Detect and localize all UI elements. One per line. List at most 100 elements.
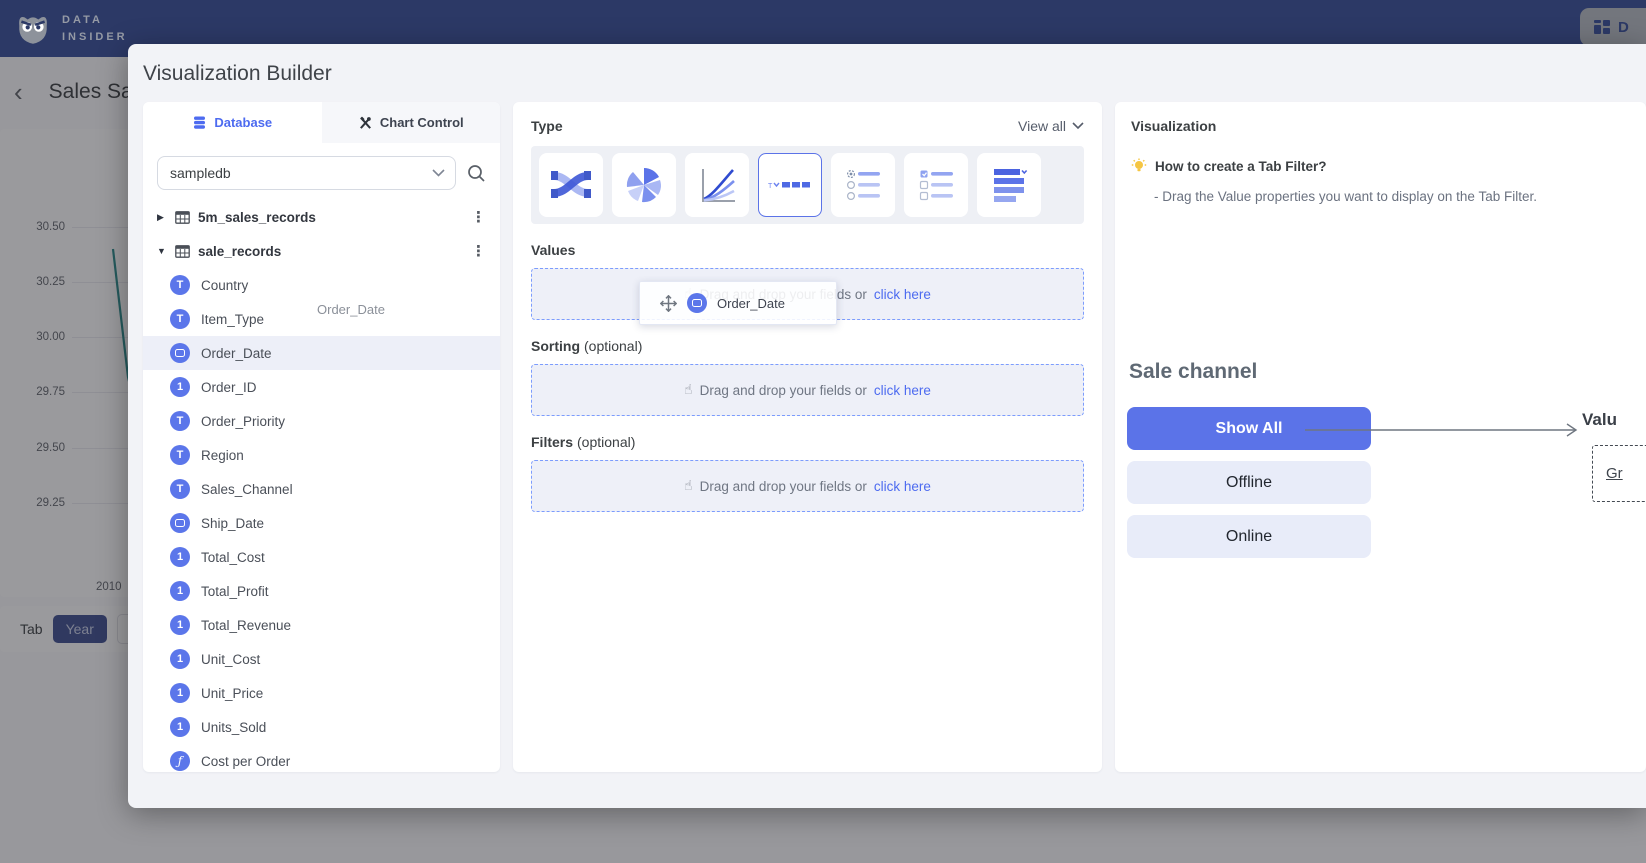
collapsed-arrow-icon[interactable]: ▶ <box>157 212 167 223</box>
field-order-date[interactable]: Order_Date <box>143 336 500 370</box>
field-region[interactable]: T Region <box>143 438 500 472</box>
field-ship-date[interactable]: Ship_Date <box>143 506 500 540</box>
modal-title: Visualization Builder <box>128 44 1646 86</box>
chart-type-checkbox-list[interactable] <box>904 153 968 217</box>
field-label: Total_Profit <box>201 584 269 599</box>
field-label: Item_Type <box>201 312 264 327</box>
text-type-icon: T <box>170 445 190 465</box>
tab-chart-control-label: Chart Control <box>380 115 464 130</box>
tree-node-label: 5m_sales_records <box>198 210 316 225</box>
move-icon <box>660 295 677 312</box>
field-label: Total_Revenue <box>201 618 291 633</box>
chart-type-radio-list[interactable] <box>831 153 895 217</box>
search-icon[interactable] <box>467 164 486 183</box>
visualization-panel: Visualization How to create a Tab Filter… <box>1115 102 1646 772</box>
chart-type-line[interactable] <box>685 153 749 217</box>
number-type-icon: 1 <box>170 683 190 703</box>
annotation-heading: Valu <box>1582 410 1617 430</box>
checkbox-list-icon <box>917 166 955 204</box>
filters-section-label: Filters(optional) <box>531 434 1084 450</box>
database-panel: Database Chart Control sampledb <box>143 102 500 772</box>
table-icon <box>175 245 190 258</box>
text-type-icon: T <box>170 411 190 431</box>
field-label: Ship_Date <box>201 516 264 531</box>
builder-panel: Type View all <box>513 102 1102 772</box>
field-label: Order_ID <box>201 380 257 395</box>
sankey-icon <box>550 165 592 205</box>
field-unit-cost[interactable]: 1 Unit_Cost <box>143 642 500 676</box>
drag-hand-icon: ☝ <box>684 478 693 494</box>
brand: DATA INSIDER <box>14 10 128 48</box>
chevron-down-icon <box>432 169 445 177</box>
kebab-menu-icon[interactable]: ⋮ <box>471 208 486 226</box>
tools-icon <box>358 115 373 130</box>
click-here-link[interactable]: click here <box>874 287 931 302</box>
visualization-builder-modal: Visualization Builder Database <box>128 44 1646 808</box>
kebab-menu-icon[interactable]: ⋮ <box>471 242 486 260</box>
chart-type-tab-filter[interactable]: T <box>758 153 822 217</box>
tree-node-sale-records[interactable]: ▼ sale_records ⋮ <box>143 234 500 268</box>
number-type-icon: 1 <box>170 377 190 397</box>
filters-dropzone[interactable]: ☝ Drag and drop your fields or click her… <box>531 460 1084 512</box>
widget-title: Sale channel <box>1129 360 1257 384</box>
tab-filter-icon: T <box>768 177 812 193</box>
field-label: Total_Cost <box>201 550 265 565</box>
sorting-dropzone[interactable]: ☝ Drag and drop your fields or click her… <box>531 364 1084 416</box>
chart-type-pie[interactable] <box>612 153 676 217</box>
database-select[interactable]: sampledb <box>157 156 456 190</box>
expanded-arrow-icon[interactable]: ▼ <box>157 246 167 256</box>
field-total-profit[interactable]: 1 Total_Profit <box>143 574 500 608</box>
tree-node-label: sale_records <box>198 244 281 259</box>
text-type-icon: T <box>170 275 190 295</box>
field-unit-price[interactable]: 1 Unit_Price <box>143 676 500 710</box>
function-type-icon: ƒ <box>170 751 190 771</box>
text-type-icon: T <box>170 479 190 499</box>
field-label: Country <box>201 278 248 293</box>
chart-type-sankey[interactable] <box>539 153 603 217</box>
field-label: Order_Priority <box>201 414 285 429</box>
field-cost-per-order[interactable]: ƒ Cost per Order <box>143 744 500 772</box>
dashboard-button[interactable]: D <box>1580 8 1646 46</box>
number-type-icon: 1 <box>170 581 190 601</box>
field-label: Unit_Cost <box>201 652 260 667</box>
field-units-sold[interactable]: 1 Units_Sold <box>143 710 500 744</box>
click-here-link[interactable]: click here <box>874 479 931 494</box>
field-total-revenue[interactable]: 1 Total_Revenue <box>143 608 500 642</box>
date-type-icon <box>170 343 190 363</box>
field-label: Region <box>201 448 244 463</box>
brand-text: DATA INSIDER <box>62 12 128 45</box>
offline-button[interactable]: Offline <box>1127 461 1371 504</box>
dragging-field-chip[interactable]: Order_Date <box>639 281 837 325</box>
svg-text:T: T <box>768 183 773 190</box>
date-type-icon <box>687 293 707 313</box>
field-order-id[interactable]: 1 Order_ID <box>143 370 500 404</box>
tree-node-5m-sales-records[interactable]: ▶ 5m_sales_records ⋮ <box>143 200 500 234</box>
type-label: Type <box>531 118 563 134</box>
text-type-icon: T <box>170 309 190 329</box>
values-section-label: Values <box>531 242 1084 258</box>
number-type-icon: 1 <box>170 649 190 669</box>
drag-ghost-label: Order_Date <box>317 302 385 317</box>
values-dropzone[interactable]: ☝ Drag and drop your fields or click her… <box>531 268 1084 320</box>
sorting-section-label: Sorting(optional) <box>531 338 1084 354</box>
view-all-label: View all <box>1018 118 1066 134</box>
field-country[interactable]: T Country <box>143 268 500 302</box>
field-sales-channel[interactable]: T Sales_Channel <box>143 472 500 506</box>
date-type-icon <box>170 513 190 533</box>
tip-title: How to create a Tab Filter? <box>1155 159 1327 174</box>
online-button[interactable]: Online <box>1127 515 1371 558</box>
tab-chart-control[interactable]: Chart Control <box>322 102 501 143</box>
chart-type-data-rows[interactable] <box>977 153 1041 217</box>
chevron-down-icon <box>1072 122 1084 130</box>
click-here-link[interactable]: click here <box>874 383 931 398</box>
annotation-box: Gr <box>1592 445 1646 502</box>
dropzone-text: Drag and drop your fields or <box>700 383 867 398</box>
tab-database[interactable]: Database <box>143 102 322 143</box>
field-order-priority[interactable]: T Order_Priority <box>143 404 500 438</box>
field-label: Sales_Channel <box>201 482 293 497</box>
drag-chip-label: Order_Date <box>717 296 785 311</box>
field-total-cost[interactable]: 1 Total_Cost <box>143 540 500 574</box>
number-type-icon: 1 <box>170 615 190 635</box>
annotation-link[interactable]: Gr <box>1606 465 1623 482</box>
view-all-button[interactable]: View all <box>1018 118 1084 134</box>
